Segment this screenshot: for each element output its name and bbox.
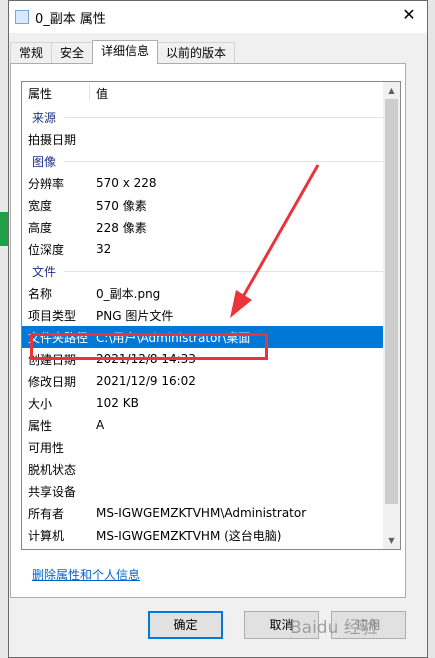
list-item[interactable]: 拍摄日期 xyxy=(22,128,400,150)
ok-button[interactable]: 确定 xyxy=(148,611,223,639)
vertical-scrollbar[interactable]: ▲ ▼ xyxy=(383,82,400,549)
scroll-up-arrow-icon[interactable]: ▲ xyxy=(383,82,400,99)
tab-security[interactable]: 安全 xyxy=(51,42,94,64)
list-item[interactable]: 所有者 MS-IGWGEMZKTVHM\Administrator xyxy=(22,502,400,524)
title-bar: 0_副本 属性 ✕ xyxy=(9,1,427,33)
list-item[interactable]: 分辨率 570 x 228 xyxy=(22,172,400,194)
window-title: 0_副本 属性 xyxy=(35,11,106,27)
list-item[interactable]: 宽度 570 像素 xyxy=(22,194,400,216)
file-icon xyxy=(15,10,29,24)
header-property[interactable]: 属性 xyxy=(22,83,90,102)
list-item[interactable]: 可用性 xyxy=(22,436,400,458)
list-item-selected[interactable]: 文件夹路径 C:\用户\Administrator\桌面 xyxy=(22,326,400,348)
list-header: 属性 值 xyxy=(22,82,400,106)
watermark: Baidu 经验 xyxy=(290,618,378,638)
tab-previous-versions[interactable]: 以前的版本 xyxy=(157,42,236,64)
list-item[interactable]: 名称 0_副本.png xyxy=(22,282,400,304)
background-green-tab xyxy=(0,212,8,246)
list-item[interactable]: 属性 A xyxy=(22,414,400,436)
properties-list[interactable]: 属性 值 来源 拍摄日期 图像 分辨率 570 x 228 宽度 570 像素 … xyxy=(21,81,401,550)
scroll-down-arrow-icon[interactable]: ▼ xyxy=(383,532,400,549)
group-file: 文件 xyxy=(22,260,400,282)
close-icon[interactable]: ✕ xyxy=(401,7,417,23)
list-item[interactable]: 位深度 32 xyxy=(22,238,400,260)
list-item[interactable]: 项目类型 PNG 图片文件 xyxy=(22,304,400,326)
list-item[interactable]: 共享设备 xyxy=(22,480,400,502)
scroll-thumb[interactable] xyxy=(385,99,398,504)
tab-strip: 常规 安全 详细信息 以前的版本 xyxy=(10,40,236,64)
header-value[interactable]: 值 xyxy=(90,85,108,102)
group-source: 来源 xyxy=(22,106,400,128)
tab-details[interactable]: 详细信息 xyxy=(92,40,159,64)
list-item[interactable]: 高度 228 像素 xyxy=(22,216,400,238)
list-item[interactable]: 脱机状态 xyxy=(22,458,400,480)
list-item[interactable]: 创建日期 2021/12/8 14:33 xyxy=(22,348,400,370)
list-item[interactable]: 计算机 MS-IGWGEMZKTVHM (这台电脑) xyxy=(22,524,400,546)
group-image: 图像 xyxy=(22,150,400,172)
remove-properties-link[interactable]: 删除属性和个人信息 xyxy=(32,566,140,583)
list-item[interactable]: 修改日期 2021/12/9 16:02 xyxy=(22,370,400,392)
list-item[interactable]: 大小 102 KB xyxy=(22,392,400,414)
tab-general[interactable]: 常规 xyxy=(10,42,53,64)
